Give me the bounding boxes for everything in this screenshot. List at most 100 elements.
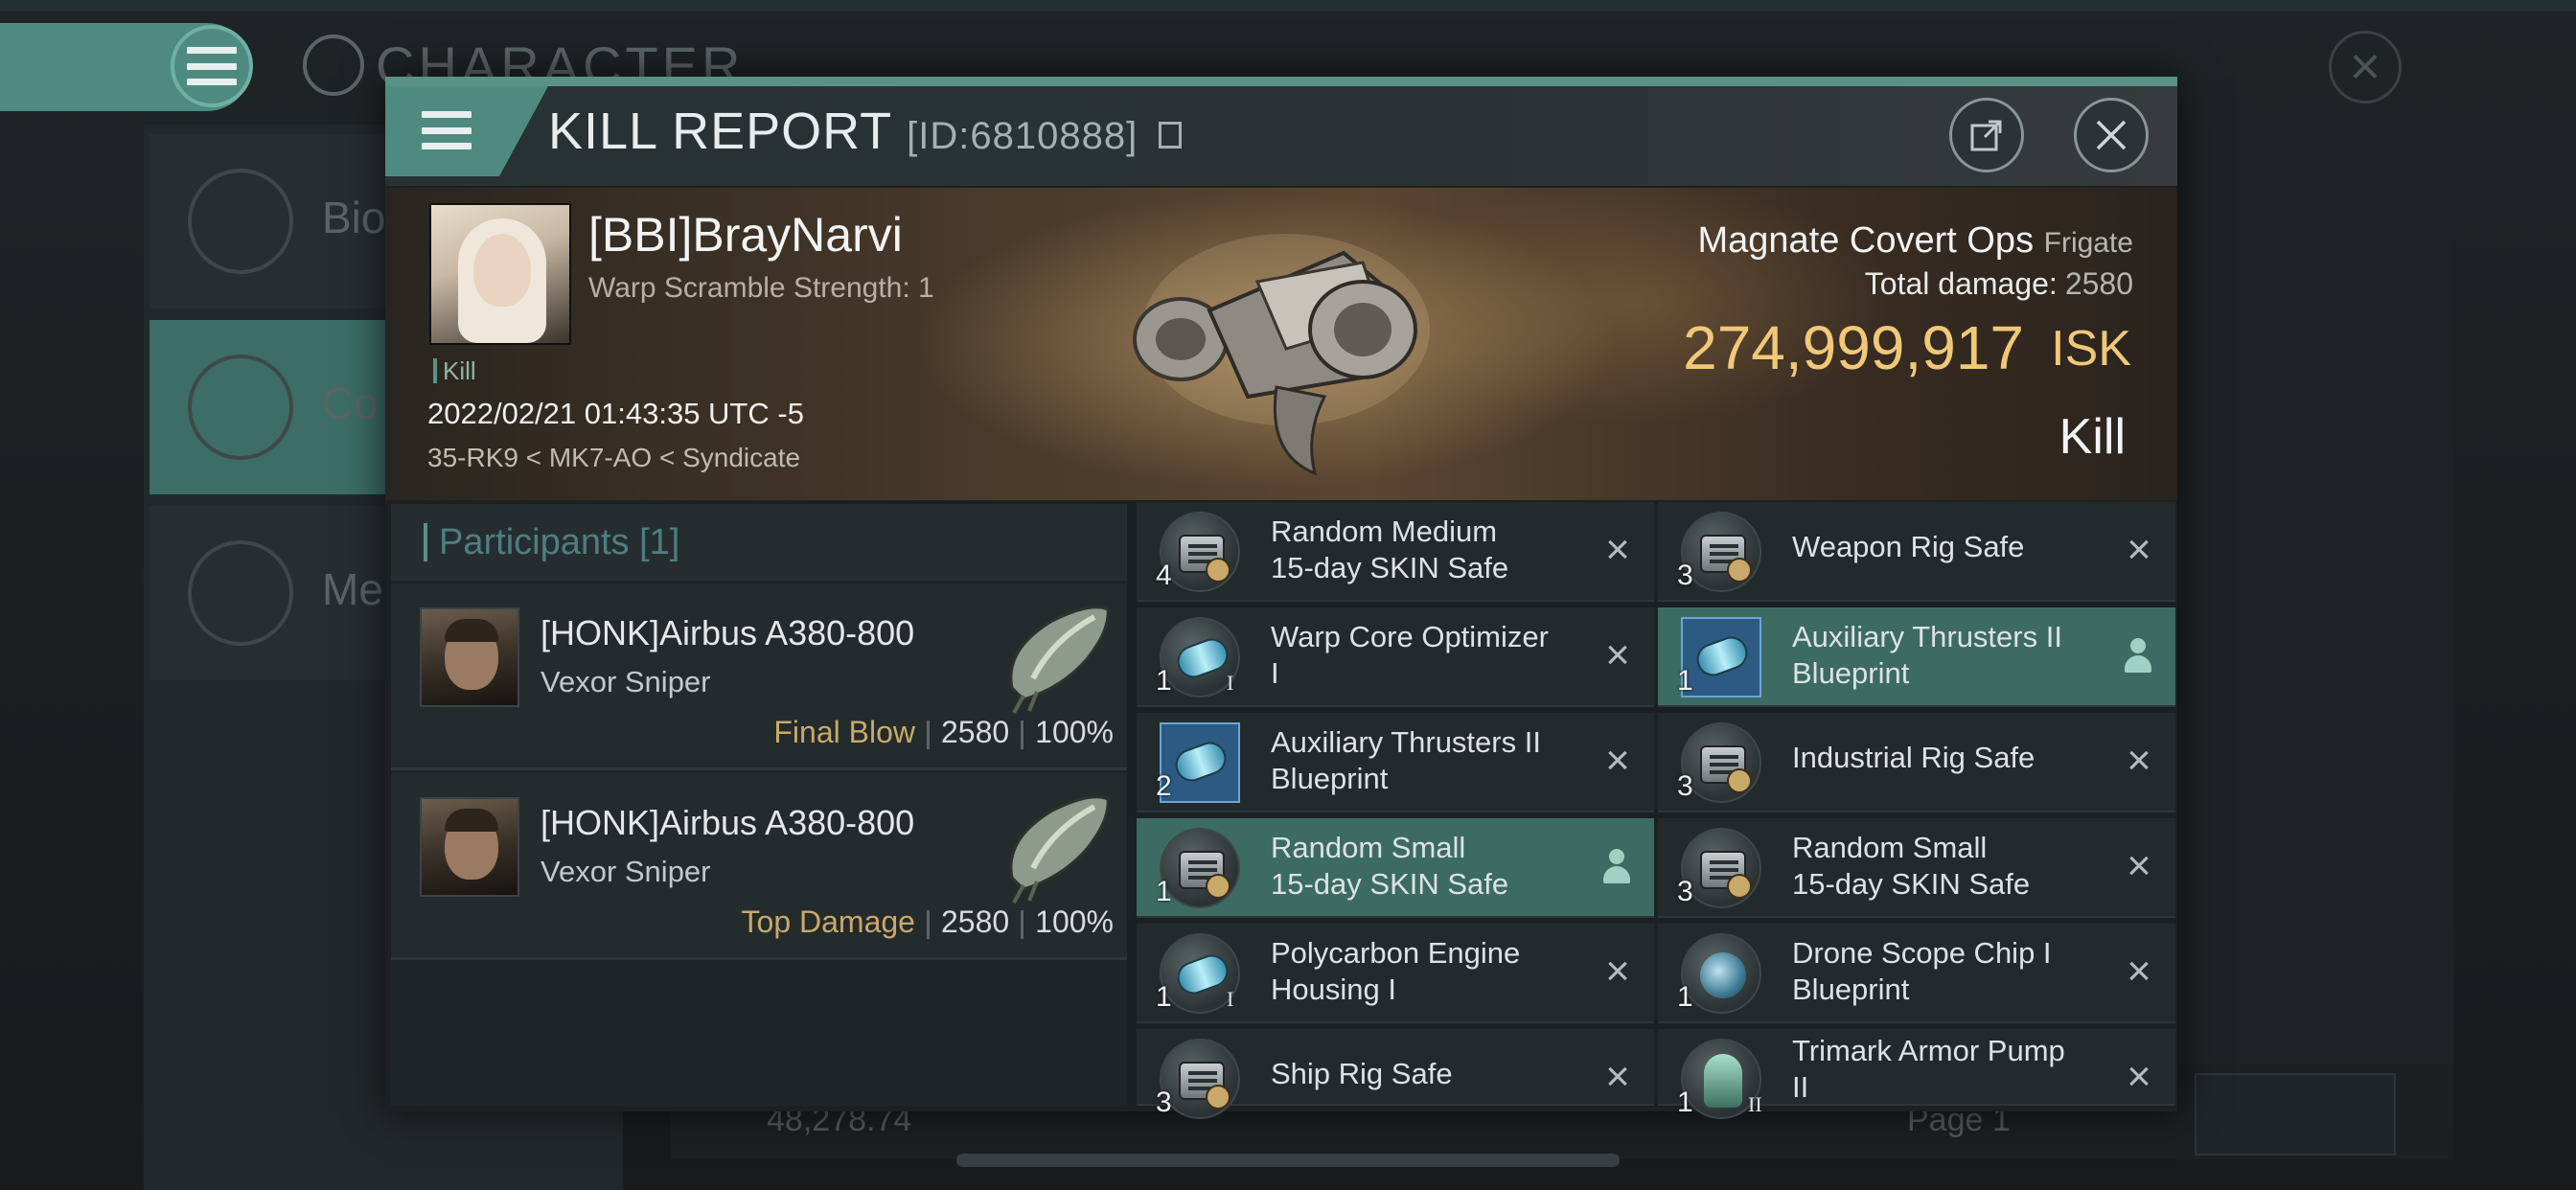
kill-datetime: 2022/02/21 01:43:35 UTC -5 bbox=[427, 397, 804, 430]
isk-value: 274,999,917 bbox=[1683, 313, 2024, 382]
item-name: Random Small 15-day SKIN Safe bbox=[1271, 830, 1508, 903]
item-row[interactable]: 3 Ship Rig Safe × bbox=[1137, 1029, 1654, 1119]
item-name: Drone Scope Chip I Blueprint bbox=[1792, 935, 2052, 1008]
item-name-line2: Blueprint bbox=[1792, 973, 1910, 1006]
item-name-line1: Random Medium bbox=[1271, 515, 1498, 548]
separator bbox=[1021, 720, 1024, 749]
character-icon bbox=[303, 34, 364, 96]
participant-percent: 100% bbox=[1035, 715, 1114, 749]
dialog-title-row: KILL REPORT [ID:6810888] bbox=[548, 102, 1183, 161]
home-indicator[interactable] bbox=[956, 1154, 1620, 1167]
item-name: Warp Core Optimizer I bbox=[1271, 619, 1549, 692]
share-button[interactable] bbox=[1949, 98, 2024, 172]
background-menu-button[interactable] bbox=[171, 25, 253, 107]
participant-tag: Final Blow bbox=[773, 715, 915, 749]
hamburger-icon bbox=[422, 111, 472, 149]
item-quantity: 1 bbox=[1677, 665, 1693, 697]
destroyed-x-icon: × bbox=[1605, 526, 1630, 573]
crossed-swords-icon bbox=[188, 355, 293, 460]
item-name: Polycarbon Engine Housing I bbox=[1271, 935, 1520, 1008]
participant-percent: 100% bbox=[1035, 904, 1114, 939]
victim-portrait[interactable] bbox=[429, 203, 571, 345]
victim-banner: [BBI]BrayNarvi Warp Scramble Strength: 1… bbox=[385, 188, 2177, 500]
item-name: Random Small 15-day SKIN Safe bbox=[1792, 830, 2030, 903]
destroyed-x-icon: × bbox=[2127, 526, 2151, 573]
list-icon bbox=[188, 169, 293, 274]
participant-avatar[interactable] bbox=[420, 607, 519, 707]
participant-name: [HONK]Airbus A380-800 bbox=[540, 803, 915, 842]
item-name-line2: 15-day SKIN Safe bbox=[1792, 867, 2031, 901]
item-row[interactable]: 4 Random Medium 15-day SKIN Safe × bbox=[1137, 502, 1654, 602]
isk-unit: ISK bbox=[2051, 321, 2131, 377]
participant-damage: 2580 bbox=[940, 715, 1010, 749]
destroyed-x-icon: × bbox=[2127, 948, 2151, 995]
item-name-line1: Trimark Armor Pump bbox=[1792, 1034, 2065, 1067]
background-close-icon[interactable]: × bbox=[2329, 31, 2402, 103]
close-button[interactable] bbox=[2074, 98, 2149, 172]
item-name-line2: II bbox=[1792, 1070, 1809, 1104]
dialog-title: KILL REPORT bbox=[548, 103, 892, 160]
filter-button[interactable] bbox=[2195, 1073, 2396, 1156]
blueprint-thruster bbox=[1689, 625, 1754, 690]
item-row[interactable]: 1 Drone Scope Chip I Blueprint × bbox=[1658, 924, 2175, 1023]
item-name: Industrial Rig Safe bbox=[1792, 741, 2036, 774]
participant-ship: Vexor Sniper bbox=[540, 665, 711, 698]
meta-level-icon: I bbox=[1227, 671, 1234, 695]
kill-location[interactable]: 35-RK9 < MK7-AO < Syndicate bbox=[427, 443, 800, 473]
item-row[interactable]: 3 Industrial Rig Safe × bbox=[1658, 713, 2175, 812]
participant-avatar[interactable] bbox=[420, 797, 519, 897]
item-row-highlighted[interactable]: 1 Random Small 15-day SKIN Safe bbox=[1137, 818, 1654, 918]
item-row[interactable]: I 1 Polycarbon Engine Housing I × bbox=[1137, 924, 1654, 1023]
item-row-highlighted[interactable]: 1 Auxiliary Thrusters II Blueprint bbox=[1658, 607, 2175, 707]
victim-name[interactable]: [BBI]BrayNarvi bbox=[588, 207, 903, 263]
item-quantity: 2 bbox=[1156, 770, 1172, 802]
item-quantity: 1 bbox=[1677, 1087, 1693, 1118]
item-name-line2: Housing I bbox=[1271, 973, 1396, 1006]
participant-stats: Final Blow 2580 100% bbox=[773, 715, 1114, 750]
item-name-line1: Drone Scope Chip I bbox=[1792, 936, 2052, 970]
item-row[interactable]: 3 Weapon Rig Safe × bbox=[1658, 502, 2175, 602]
destroyed-x-icon: × bbox=[2127, 1053, 2151, 1100]
item-name-line1: Auxiliary Thrusters II bbox=[1271, 725, 1541, 759]
participant-row[interactable]: [HONK]Airbus A380-800 Vexor Sniper Final… bbox=[391, 584, 1127, 770]
hamburger-icon bbox=[187, 47, 237, 85]
victim-ship-name[interactable]: Magnate Covert Ops Frigate bbox=[1697, 220, 2133, 262]
item-quantity: 1 bbox=[1156, 876, 1172, 907]
item-name-line2: I bbox=[1271, 656, 1279, 690]
victim-ship-image[interactable] bbox=[1123, 195, 1449, 483]
total-damage-value: 2580 bbox=[2064, 266, 2133, 301]
item-name: Weapon Rig Safe bbox=[1792, 530, 2025, 563]
side-item-label: Me bbox=[322, 564, 383, 614]
participant-ship: Vexor Sniper bbox=[540, 855, 711, 888]
item-row[interactable]: 3 Random Small 15-day SKIN Safe × bbox=[1658, 818, 2175, 918]
item-quantity: 3 bbox=[1677, 560, 1693, 591]
participant-tag: Top Damage bbox=[741, 904, 915, 939]
destroyed-x-icon: × bbox=[2127, 842, 2151, 889]
participant-row[interactable]: [HONK]Airbus A380-800 Vexor Sniper Top D… bbox=[391, 774, 1127, 960]
item-row[interactable]: I 1 Warp Core Optimizer I × bbox=[1137, 607, 1654, 707]
kill-report-dialog: KILL REPORT [ID:6810888] [BBI]BrayNarvi … bbox=[385, 77, 2177, 1119]
dropped-person-icon bbox=[2122, 638, 2154, 675]
item-quantity: 1 bbox=[1677, 981, 1693, 1013]
item-name-line2: Blueprint bbox=[1792, 656, 1910, 690]
item-name-line2: Blueprint bbox=[1271, 762, 1389, 795]
external-link-icon bbox=[1970, 120, 2002, 151]
item-row[interactable]: II 1 Trimark Armor Pump II × bbox=[1658, 1029, 2175, 1119]
item-quantity: 3 bbox=[1677, 876, 1693, 907]
side-item-label: Co bbox=[322, 378, 379, 428]
item-quantity: 3 bbox=[1156, 1087, 1172, 1118]
dropped-person-icon bbox=[1600, 849, 1633, 885]
side-item-label: Bio bbox=[322, 193, 386, 242]
dialog-accent-line bbox=[385, 77, 2177, 86]
item-row[interactable]: 2 Auxiliary Thrusters II Blueprint × bbox=[1137, 713, 1654, 812]
star-icon bbox=[188, 540, 293, 646]
item-name-line1: Auxiliary Thrusters II bbox=[1792, 620, 2062, 653]
copy-icon[interactable] bbox=[1159, 121, 1183, 149]
portrait-face bbox=[473, 234, 531, 307]
result-label: Kill bbox=[2058, 409, 2126, 465]
ship-name-text: Magnate Covert Ops bbox=[1697, 220, 2035, 261]
item-name: Random Medium 15-day SKIN Safe bbox=[1271, 514, 1508, 586]
separator bbox=[926, 909, 930, 939]
item-name-line2: 15-day SKIN Safe bbox=[1271, 867, 1509, 901]
kill-id[interactable]: [ID:6810888] bbox=[907, 115, 1138, 157]
